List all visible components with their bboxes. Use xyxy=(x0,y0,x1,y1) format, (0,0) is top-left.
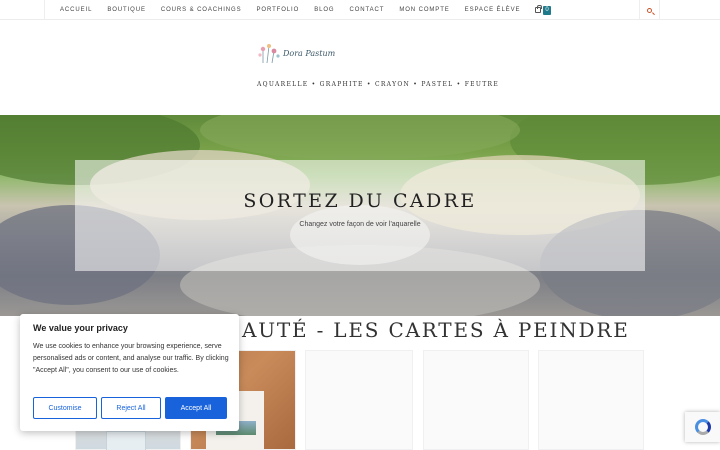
menu-item-portfolio[interactable]: PORTFOLIO xyxy=(257,7,300,13)
cart-icon xyxy=(535,5,542,13)
site-tagline: AQUARELLE • GRAPHITE • CRAYON • PASTEL •… xyxy=(257,81,500,88)
main-menu: ACCUEIL BOUTIQUE COURS & COACHINGS PORTF… xyxy=(60,0,551,20)
menu-item-blog[interactable]: BLOG xyxy=(314,7,334,13)
recaptcha-icon xyxy=(694,419,711,435)
menu-item-accueil[interactable]: ACCUEIL xyxy=(60,7,92,13)
product-image xyxy=(106,431,146,450)
product-card[interactable] xyxy=(305,350,413,450)
accept-all-button[interactable]: Accept All xyxy=(165,397,227,419)
menu-item-espace-eleve[interactable]: ESPACE ÉLÈVE xyxy=(465,7,521,13)
product-card[interactable] xyxy=(538,350,644,450)
hero-title: SORTEZ DU CADRE xyxy=(243,190,477,212)
hero-panel: SORTEZ DU CADRE Changez votre façon de v… xyxy=(75,160,645,271)
hero-subtitle: Changez votre façon de voir l'aquarelle xyxy=(299,221,421,228)
cookie-text: We use cookies to enhance your browsing … xyxy=(33,343,229,374)
cookie-title: We value your privacy xyxy=(33,323,128,333)
top-navigation: ACCUEIL BOUTIQUE COURS & COACHINGS PORTF… xyxy=(0,0,720,20)
customise-button[interactable]: Customise xyxy=(33,397,97,419)
cart-button[interactable]: 0 xyxy=(535,5,551,15)
cookie-consent-banner: We value your privacy We use cookies to … xyxy=(20,314,239,431)
search-icon xyxy=(647,7,652,13)
nav-divider xyxy=(44,0,45,20)
section-title: AUTÉ - LES CARTES À PEINDRE xyxy=(242,318,630,342)
menu-item-boutique[interactable]: BOUTIQUE xyxy=(107,7,146,13)
logo-text: Dora Pastum xyxy=(283,49,336,58)
site-logo[interactable]: Dora Pastum xyxy=(257,43,337,71)
recaptcha-badge[interactable] xyxy=(685,412,720,442)
logo-flowers-icon xyxy=(258,44,280,64)
menu-item-mon-compte[interactable]: MON COMPTE xyxy=(399,7,449,13)
hero-banner: SORTEZ DU CADRE Changez votre façon de v… xyxy=(0,115,720,316)
product-card[interactable] xyxy=(423,350,529,450)
search-button[interactable] xyxy=(639,0,660,20)
menu-item-cours[interactable]: COURS & COACHINGS xyxy=(161,7,242,13)
cart-count-badge: 0 xyxy=(543,5,551,15)
reject-all-button[interactable]: Reject All xyxy=(101,397,161,419)
menu-item-contact[interactable]: CONTACT xyxy=(349,7,384,13)
